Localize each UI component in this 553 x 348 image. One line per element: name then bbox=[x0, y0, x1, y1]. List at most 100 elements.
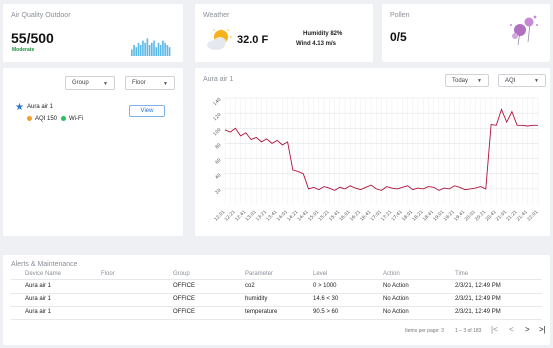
view-button[interactable]: View bbox=[129, 105, 165, 117]
air-quality-title: Air Quality Outdoor bbox=[11, 12, 71, 19]
alerts-panel: Alerts & Maintenance Device Name Floor Gro… bbox=[3, 255, 550, 345]
table-cell: OFFICE bbox=[173, 283, 195, 289]
air-quality-value: 55/500 bbox=[11, 30, 54, 46]
aqi-line-chart: 2040608010012014012:0112:2112:4113:0113:… bbox=[212, 97, 540, 223]
mini-bar bbox=[144, 42, 146, 56]
sun-cloud-icon bbox=[207, 29, 232, 50]
table-cell: OFFICE bbox=[173, 296, 195, 302]
chevron-down-icon: ▼ bbox=[103, 81, 108, 87]
chevron-down-icon: ▼ bbox=[534, 78, 539, 84]
mini-bar bbox=[153, 40, 155, 56]
weather-card: Weather 32.0 F Humidity 82% Wind 4.13 m/… bbox=[195, 4, 373, 62]
mini-bar bbox=[157, 42, 160, 56]
mini-bar bbox=[135, 47, 138, 56]
y-tick-label: 120 bbox=[212, 112, 222, 122]
group-select[interactable]: Group ▼ bbox=[65, 76, 115, 90]
mini-bar bbox=[148, 45, 151, 56]
devices-panel: Group ▼ Floor ▼ ★ Aura air 1 AQI 150 Wi-… bbox=[3, 68, 183, 236]
pagination-range: 1 – 3 of 183 bbox=[455, 328, 482, 334]
air-quality-card: Air Quality Outdoor 55/500 Moderate bbox=[3, 4, 183, 62]
mini-bar bbox=[162, 40, 164, 56]
mini-bar bbox=[131, 49, 133, 56]
y-tick-label: 60 bbox=[214, 157, 222, 165]
mini-bar bbox=[164, 42, 166, 56]
y-tick-label: 40 bbox=[214, 172, 222, 180]
mini-bar bbox=[166, 45, 169, 56]
alerts-title: Alerts & Maintenance bbox=[11, 261, 78, 268]
prev-page-icon[interactable]: < bbox=[509, 325, 514, 334]
star-icon: ★ bbox=[15, 102, 24, 113]
header-divider bbox=[11, 279, 542, 280]
column-header: Floor bbox=[101, 271, 115, 277]
y-tick-label: 20 bbox=[214, 187, 222, 195]
weather-title: Weather bbox=[203, 12, 230, 19]
items-per-page-label[interactable]: Items per page: 3 bbox=[405, 328, 444, 334]
range-select-value: Today bbox=[452, 77, 469, 84]
device-item[interactable]: ★ Aura air 1 AQI 150 Wi-Fi bbox=[15, 102, 125, 126]
table-cell: 2/3/21, 12:49 PM bbox=[455, 296, 501, 302]
column-header: Group bbox=[173, 271, 190, 277]
y-tick-label: 80 bbox=[214, 142, 222, 150]
table-cell: Aura air 1 bbox=[25, 296, 52, 302]
last-page-icon[interactable]: >| bbox=[539, 325, 546, 334]
mini-bar bbox=[133, 45, 135, 56]
column-header: Time bbox=[455, 271, 469, 277]
weather-wind: Wind 4.13 m/s bbox=[296, 41, 336, 47]
table-cell: Aura air 1 bbox=[25, 309, 52, 315]
table-cell: No Action bbox=[383, 296, 409, 302]
table-cell: humidity bbox=[245, 296, 268, 302]
table-cell: 14.6 < 30 bbox=[313, 296, 339, 302]
table-cell: 0 > 1000 bbox=[313, 283, 337, 289]
column-header: Device Name bbox=[25, 271, 62, 277]
row-divider bbox=[11, 306, 542, 307]
mini-bar bbox=[142, 40, 144, 56]
wifi-label: Wi-Fi bbox=[69, 116, 83, 123]
row-divider bbox=[11, 293, 542, 294]
table-cell: No Action bbox=[383, 283, 409, 289]
mini-bar bbox=[151, 42, 153, 56]
chevron-down-icon: ▼ bbox=[477, 78, 482, 84]
table-cell: 90.5 > 60 bbox=[313, 309, 339, 315]
mini-bar bbox=[139, 45, 142, 56]
table-cell: OFFICE bbox=[173, 309, 195, 315]
first-page-icon[interactable]: |< bbox=[491, 325, 498, 334]
pollen-card: Pollen 0/5 bbox=[382, 4, 550, 62]
wifi-dot-icon bbox=[61, 116, 66, 121]
aqi-dot-icon bbox=[27, 116, 32, 121]
mini-bar bbox=[146, 38, 149, 56]
floor-select-value: Floor bbox=[132, 80, 146, 86]
device-name: Aura air 1 bbox=[27, 104, 54, 110]
wifi-indicator: Wi-Fi bbox=[61, 116, 83, 122]
aqi-indicator: AQI 150 bbox=[27, 116, 57, 122]
group-select-value: Group bbox=[72, 80, 89, 86]
pollen-value: 0/5 bbox=[390, 30, 407, 44]
mini-bar bbox=[155, 47, 158, 56]
mini-bar bbox=[159, 45, 162, 56]
table-cell: Aura air 1 bbox=[25, 283, 52, 289]
y-tick-label: 100 bbox=[212, 127, 222, 137]
column-header: Action bbox=[383, 271, 400, 277]
chart-panel: Aura air 1 Today ▼ AQI ▼ 20 40 60 80 100 120 1… bbox=[195, 68, 550, 236]
chevron-down-icon: ▼ bbox=[163, 81, 168, 87]
column-header: Parameter bbox=[245, 271, 274, 277]
y-tick-label: 140 bbox=[212, 97, 222, 107]
table-cell: 2/3/21, 12:49 PM bbox=[455, 283, 501, 289]
pollen-title: Pollen bbox=[390, 12, 410, 19]
table-cell: No Action bbox=[383, 309, 409, 315]
mini-bar bbox=[168, 47, 171, 56]
table-cell: co2 bbox=[245, 283, 255, 289]
floor-select[interactable]: Floor ▼ bbox=[125, 76, 175, 90]
table-cell: 2/3/21, 12:49 PM bbox=[455, 309, 501, 315]
chart-title: Aura air 1 bbox=[203, 76, 234, 83]
weather-temperature: 32.0 F bbox=[237, 34, 269, 46]
table-cell: temperature bbox=[245, 309, 278, 315]
air-quality-status: Moderate bbox=[12, 47, 35, 53]
pollen-flower-icon bbox=[510, 15, 538, 46]
row-divider bbox=[11, 319, 542, 320]
column-header: Level bbox=[313, 271, 328, 277]
x-tick-label: 22:01 bbox=[526, 209, 540, 223]
air-quality-bars-icon bbox=[131, 38, 171, 56]
aqi-label: AQI 150 bbox=[35, 116, 58, 123]
weather-humidity: Humidity 82% bbox=[303, 31, 343, 37]
next-page-icon[interactable]: > bbox=[525, 325, 530, 334]
